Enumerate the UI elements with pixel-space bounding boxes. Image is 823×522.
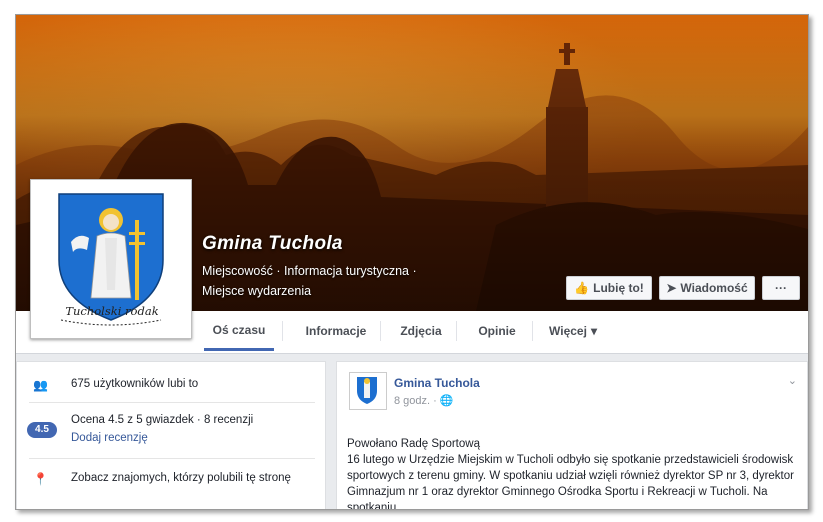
tab-divider <box>380 321 381 341</box>
post-timestamp[interactable]: 8 godz. · <box>394 395 440 407</box>
more-button-label: ··· <box>775 281 787 295</box>
page-categories-line-1[interactable]: Miejscowość · Informacja turystyczna · <box>202 261 522 281</box>
rating-text: Ocena 4.5 z 5 gwiazdek · 8 recenzji <box>71 414 254 426</box>
crest-motto: Tucholski rodak <box>65 304 159 318</box>
post-meta: 8 godz. · 🌐 <box>394 394 454 407</box>
tab-reviews-label: Opinie <box>478 324 516 338</box>
tab-about[interactable]: Informacje <box>296 311 376 351</box>
tab-timeline-label: Oś czasu <box>212 322 266 337</box>
post-body: 16 lutego w Urzędzie Miejskim w Tucholi … <box>347 454 794 510</box>
divider <box>29 458 315 459</box>
post-author-name[interactable]: Gmina Tuchola <box>394 376 480 390</box>
post-content: Powołano Radę Sportową 16 lutego w Urzęd… <box>347 436 797 510</box>
coat-of-arms-thumbnail <box>357 377 377 404</box>
post-author-avatar[interactable] <box>349 372 387 410</box>
tab-reviews[interactable]: Opinie <box>462 311 532 351</box>
rating-badge: 4.5 <box>27 422 57 438</box>
tab-about-label: Informacje <box>305 324 367 338</box>
page-name[interactable]: Gmina Tuchola <box>202 233 343 255</box>
pin-icon: 📍 <box>33 472 48 486</box>
like-button-label: Lubię to! <box>593 281 644 295</box>
message-button-label: Wiadomość <box>680 281 748 295</box>
more-button[interactable]: ··· <box>762 276 800 300</box>
tab-divider <box>282 321 283 341</box>
profile-picture[interactable]: Tucholski rodak <box>30 179 192 339</box>
divider <box>29 402 315 403</box>
post-card: Gmina Tuchola 8 godz. · 🌐 ⌄ Powołano Rad… <box>336 361 808 510</box>
page-categories-line-2[interactable]: Miejsce wydarzenia <box>202 281 522 301</box>
add-review-link[interactable]: Dodaj recenzję <box>71 432 148 444</box>
globe-icon: 🌐 <box>439 395 454 407</box>
message-icon: ➤ <box>666 281 677 295</box>
friends-text: Zobacz znajomych, którzy polubili tę str… <box>71 472 291 484</box>
thumbs-up-icon: 👍 <box>574 281 590 295</box>
post-options-chevron-icon[interactable]: ⌄ <box>788 374 797 387</box>
tab-more-label: Więcej <box>549 324 587 338</box>
like-button[interactable]: 👍 Lubię to! <box>566 276 652 300</box>
tab-more[interactable]: Więcej ▾ <box>538 311 608 351</box>
tab-divider <box>532 321 533 341</box>
tab-photos[interactable]: Zdjęcia <box>386 311 456 351</box>
facebook-page-frame: Gmina Tuchola Miejscowość · Informacja t… <box>15 14 809 510</box>
tab-timeline[interactable]: Oś czasu <box>204 311 274 351</box>
post-title: Powołano Radę Sportową <box>347 438 480 450</box>
likes-text: 675 użytkowników lubi to <box>71 378 199 390</box>
left-info-panel: 👥 675 użytkowników lubi to 4.5 Ocena 4.5… <box>16 361 326 509</box>
message-button[interactable]: ➤ Wiadomość <box>659 276 755 300</box>
tab-photos-label: Zdjęcia <box>400 324 442 338</box>
people-icon: 👥 <box>33 378 48 392</box>
tab-divider <box>456 321 457 341</box>
chevron-down-icon: ▾ <box>590 324 597 338</box>
page-categories: Miejscowość · Informacja turystyczna · M… <box>202 261 522 301</box>
